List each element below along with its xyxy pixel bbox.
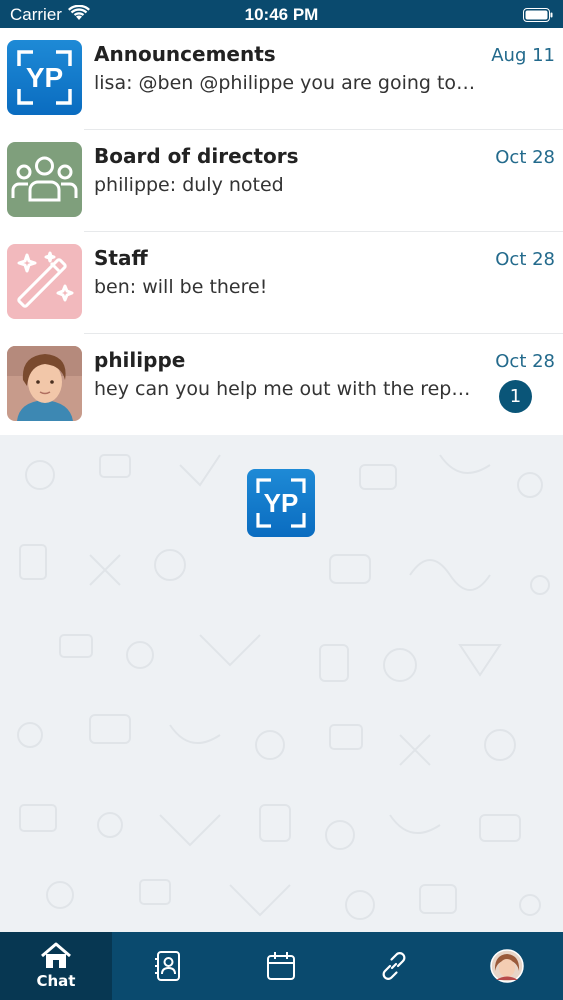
- home-icon: [41, 942, 71, 968]
- chat-preview: hey can you help me out with the repo...: [94, 378, 479, 400]
- user-photo: [7, 346, 82, 421]
- chat-detail-placeholder: YP: [0, 435, 563, 932]
- calendar-icon: [267, 952, 295, 980]
- chat-title: Board of directors: [94, 144, 299, 168]
- chat-title: Staff: [94, 246, 148, 270]
- yp-logo-icon: YP: [7, 40, 82, 115]
- chat-date: Aug 11: [491, 45, 555, 66]
- chat-preview: lisa: @ben @philippe you are going to li…: [94, 72, 479, 94]
- group-icon: [7, 142, 82, 217]
- profile-avatar: [490, 949, 524, 983]
- unread-badge: 1: [499, 380, 532, 413]
- contacts-icon: [155, 951, 180, 981]
- battery-icon: [523, 7, 553, 27]
- status-bar: Carrier 10:46 PM: [0, 0, 563, 28]
- center-logo: YP: [247, 469, 315, 537]
- tab-profile[interactable]: [451, 932, 563, 1000]
- magic-wand-icon: [7, 244, 82, 319]
- tab-links[interactable]: [338, 932, 450, 1000]
- chat-row-board-of-directors[interactable]: Board of directors philippe: duly noted …: [0, 130, 563, 232]
- yp-logo-text: YP: [25, 61, 64, 93]
- link-icon: [382, 952, 406, 980]
- chat-row-staff[interactable]: Staff ben: will be there! Oct 28: [0, 232, 563, 334]
- chat-preview: ben: will be there!: [94, 276, 268, 298]
- chat-list: YP Announcements lisa: @ben @philippe yo…: [0, 28, 563, 436]
- clock: 10:46 PM: [244, 5, 319, 24]
- chat-title: philippe: [94, 348, 186, 372]
- tab-calendar[interactable]: [225, 932, 337, 1000]
- chat-preview: philippe: duly noted: [94, 174, 284, 196]
- tab-label: Chat: [36, 972, 76, 990]
- chat-row-philippe[interactable]: philippe hey can you help me out with th…: [0, 334, 563, 436]
- chat-date: Oct 28: [495, 147, 555, 168]
- tab-contacts[interactable]: [112, 932, 224, 1000]
- chat-title: Announcements: [94, 42, 276, 66]
- tab-chat[interactable]: Chat: [0, 932, 112, 1000]
- tab-bar: Chat: [0, 932, 563, 1000]
- chat-date: Oct 28: [495, 249, 555, 270]
- chat-row-announcements[interactable]: YP Announcements lisa: @ben @philippe yo…: [0, 28, 563, 130]
- chat-date: Oct 28: [495, 351, 555, 372]
- center-logo-text: YP: [263, 487, 299, 518]
